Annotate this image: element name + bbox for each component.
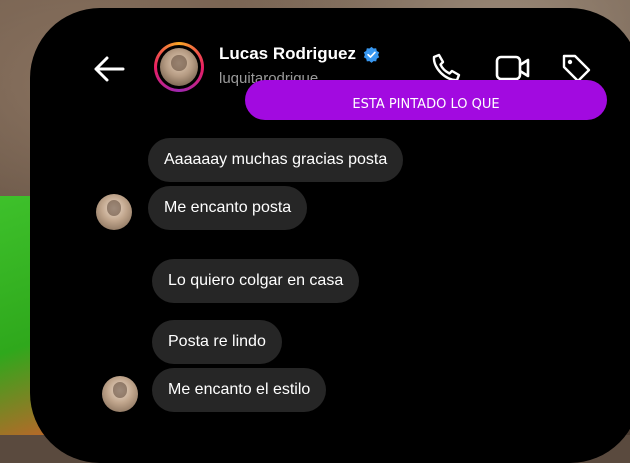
received-message-bubble[interactable]: Posta re lindo bbox=[152, 320, 282, 364]
sent-message-text: ESTA PINTADO LO QUE bbox=[352, 97, 500, 112]
message-text: Me encanto posta bbox=[164, 199, 292, 216]
sender-avatar[interactable] bbox=[102, 376, 138, 412]
contact-name-row[interactable]: Lucas Rodriguez bbox=[219, 44, 380, 64]
message-text: Aaaaaay muchas gracias posta bbox=[164, 151, 388, 168]
dm-conversation-screen: Lucas Rodriguez luquitarodrigue ESTA PIN… bbox=[30, 8, 630, 463]
verified-icon bbox=[363, 46, 380, 63]
contact-avatar-image bbox=[160, 48, 198, 86]
received-message-bubble[interactable]: Aaaaaay muchas gracias posta bbox=[148, 138, 404, 182]
received-message-bubble[interactable]: Lo quiero colgar en casa bbox=[152, 259, 360, 303]
contact-name: Lucas Rodriguez bbox=[219, 44, 356, 63]
sent-message-bubble[interactable]: ESTA PINTADO LO QUE bbox=[245, 80, 607, 120]
sender-avatar[interactable] bbox=[96, 194, 132, 230]
message-text: Me encanto el estilo bbox=[168, 381, 311, 398]
back-arrow-icon[interactable] bbox=[92, 55, 126, 83]
message-text: Posta re lindo bbox=[168, 333, 266, 350]
contact-avatar[interactable] bbox=[154, 42, 204, 92]
received-message-bubble[interactable]: Me encanto el estilo bbox=[152, 368, 327, 412]
received-message-bubble[interactable]: Me encanto posta bbox=[148, 186, 308, 230]
message-text: Lo quiero colgar en casa bbox=[168, 272, 344, 289]
